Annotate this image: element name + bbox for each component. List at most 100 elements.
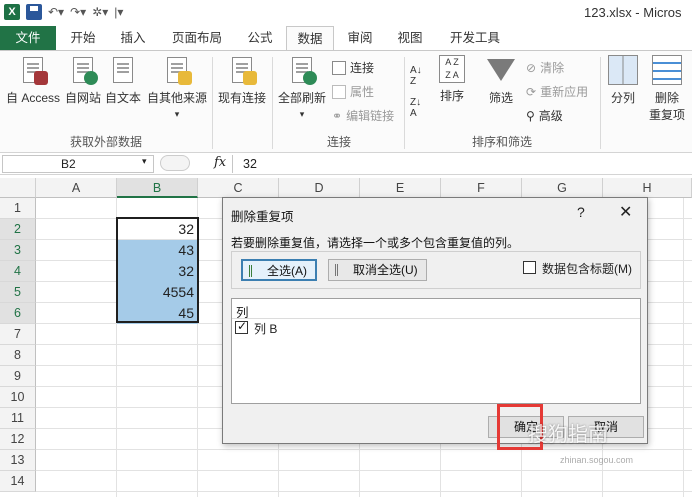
row-header[interactable]: 11 [0, 408, 36, 429]
name-box-dropdown-icon[interactable]: ▾ [142, 156, 147, 167]
qat-more-icon[interactable]: |▾ [114, 4, 123, 20]
existing-connections-button[interactable]: 现有连接 [216, 55, 268, 106]
undo-icon[interactable]: ↶▾ [48, 4, 64, 20]
edit-links-button[interactable]: ⚭ 编辑链接 [332, 107, 394, 124]
formula-bar-handle-icon [160, 155, 190, 171]
clear-filter-icon: ⊘ [526, 60, 537, 75]
gridline [683, 198, 684, 497]
clear-button[interactable]: ⊘ 清除 [526, 59, 564, 76]
row-header[interactable]: 9 [0, 366, 36, 387]
tab-formulas[interactable]: 公式 [238, 26, 282, 50]
sort-icon: A ZZ A [439, 55, 465, 83]
has-headers-label: 数据包含标题(M) [542, 262, 632, 276]
select-all-corner[interactable] [0, 178, 36, 198]
watermark: 搜狗指南 [528, 424, 608, 446]
dialog-title: 删除重复项 [231, 210, 294, 224]
access-icon [18, 55, 48, 85]
group-connections: 连接 [326, 135, 351, 149]
properties-icon [332, 84, 346, 99]
ribbon-separator [212, 57, 213, 149]
refresh-all-button[interactable]: 全部刷新 ▾ [276, 55, 328, 120]
dialog-instruction: 若要删除重复值，请选择一个或多个包含重复值的列。 [231, 236, 520, 250]
tab-page-layout[interactable]: 页面布局 [162, 26, 232, 50]
row-header[interactable]: 14 [0, 471, 36, 492]
properties-button[interactable]: 属性 [332, 83, 374, 100]
tab-home[interactable]: 开始 [60, 26, 106, 50]
tab-review[interactable]: 审阅 [338, 26, 382, 50]
row-header[interactable]: 10 [0, 387, 36, 408]
has-headers-checkbox[interactable] [523, 261, 536, 274]
filter-icon [487, 59, 515, 81]
gridline [36, 470, 692, 471]
row-header[interactable]: 8 [0, 345, 36, 366]
web-icon [68, 55, 98, 85]
name-box[interactable]: B2 [2, 155, 154, 173]
filter-button[interactable]: 筛选 [484, 55, 518, 106]
list-item: 列 B [254, 322, 278, 336]
row-header[interactable]: 5 [0, 282, 36, 303]
column-header[interactable]: H [603, 178, 692, 198]
insert-function-icon[interactable]: fx [214, 155, 226, 170]
row-header[interactable]: 6 [0, 303, 36, 324]
from-web-button[interactable]: 自网站 [64, 55, 102, 106]
select-all-button[interactable]: 全选(A) [241, 259, 317, 281]
sort-button[interactable]: A ZZ A 排序 [436, 55, 468, 104]
row-header[interactable]: 7 [0, 324, 36, 345]
column-header[interactable]: C [198, 178, 279, 198]
column-header[interactable]: B [117, 178, 198, 198]
row-header[interactable]: 3 [0, 240, 36, 261]
column-header[interactable]: F [441, 178, 522, 198]
formula-input[interactable]: 32 [232, 155, 692, 173]
tab-view[interactable]: 视图 [388, 26, 432, 50]
close-icon[interactable]: ✕ [619, 202, 632, 222]
help-icon[interactable]: ? [577, 204, 585, 220]
gridline [36, 449, 692, 450]
remove-duplicates-dialog: 删除重复项 ? ✕ 若要删除重复值，请选择一个或多个包含重复值的列。 全选(A)… [222, 197, 648, 444]
column-header[interactable]: D [279, 178, 360, 198]
row-header[interactable]: 13 [0, 450, 36, 471]
refresh-icon [287, 55, 317, 85]
advanced-button[interactable]: ⚲ 高级 [526, 107, 563, 124]
from-other-sources-button[interactable]: 自其他来源 ▾ [146, 55, 208, 120]
from-text-button[interactable]: 自文本 [104, 55, 142, 106]
redo-icon[interactable]: ↷▾ [70, 4, 86, 20]
sort-ascending-button[interactable]: A↓ Z [410, 65, 422, 87]
column-header[interactable]: G [522, 178, 603, 198]
sort-descending-button[interactable]: Z↓ A [410, 97, 421, 119]
connections-icon [332, 60, 346, 75]
quick-access-toolbar: X ↶▾ ↷▾ ✲▾ |▾ [4, 4, 123, 20]
select-all-icon [249, 265, 261, 277]
column-b-checkbox[interactable] [235, 319, 248, 334]
advanced-filter-icon: ⚲ [526, 108, 535, 123]
tab-file[interactable]: 文件 [0, 26, 56, 50]
remove-duplicates-icon [652, 55, 682, 85]
column-header[interactable]: A [36, 178, 117, 198]
reapply-button[interactable]: ⟳ 重新应用 [526, 83, 588, 100]
ribbon-data: 自 Access 自网站 自文本 自其他来源 ▾ 获取外部数据 现有连接 全部刷新… [0, 50, 692, 153]
row-header[interactable]: 2 [0, 219, 36, 240]
link-icon: ⚭ [332, 108, 343, 123]
save-icon[interactable] [26, 4, 42, 20]
connections-button[interactable]: 连接 [332, 59, 374, 76]
group-sort-filter: 排序和筛选 [471, 135, 532, 149]
tab-data[interactable]: 数据 [286, 26, 334, 51]
other-sources-icon [162, 55, 192, 85]
tab-insert[interactable]: 插入 [110, 26, 156, 50]
title-bar: X ↶▾ ↷▾ ✲▾ |▾ 123.xlsx - Micros [0, 0, 692, 26]
customize-icon[interactable]: ✲▾ [92, 4, 108, 20]
row-header[interactable]: 4 [0, 261, 36, 282]
column-header[interactable]: E [360, 178, 441, 198]
columns-list: 列 列 B [231, 298, 641, 404]
remove-duplicates-button[interactable]: 删除 重复项 [644, 55, 690, 123]
sort-az-icon: A↓ Z [410, 65, 422, 87]
gridline [36, 491, 692, 492]
unselect-all-icon [335, 264, 347, 276]
reapply-icon: ⟳ [526, 84, 537, 99]
tab-developer[interactable]: 开发工具 [440, 26, 510, 50]
text-to-columns-button[interactable]: 分列 [606, 55, 640, 106]
row-header[interactable]: 1 [0, 198, 36, 219]
excel-logo-icon: X [4, 4, 20, 20]
row-header[interactable]: 12 [0, 429, 36, 450]
unselect-all-button[interactable]: 取消全选(U) [328, 259, 427, 281]
from-access-button[interactable]: 自 Access [4, 55, 62, 106]
